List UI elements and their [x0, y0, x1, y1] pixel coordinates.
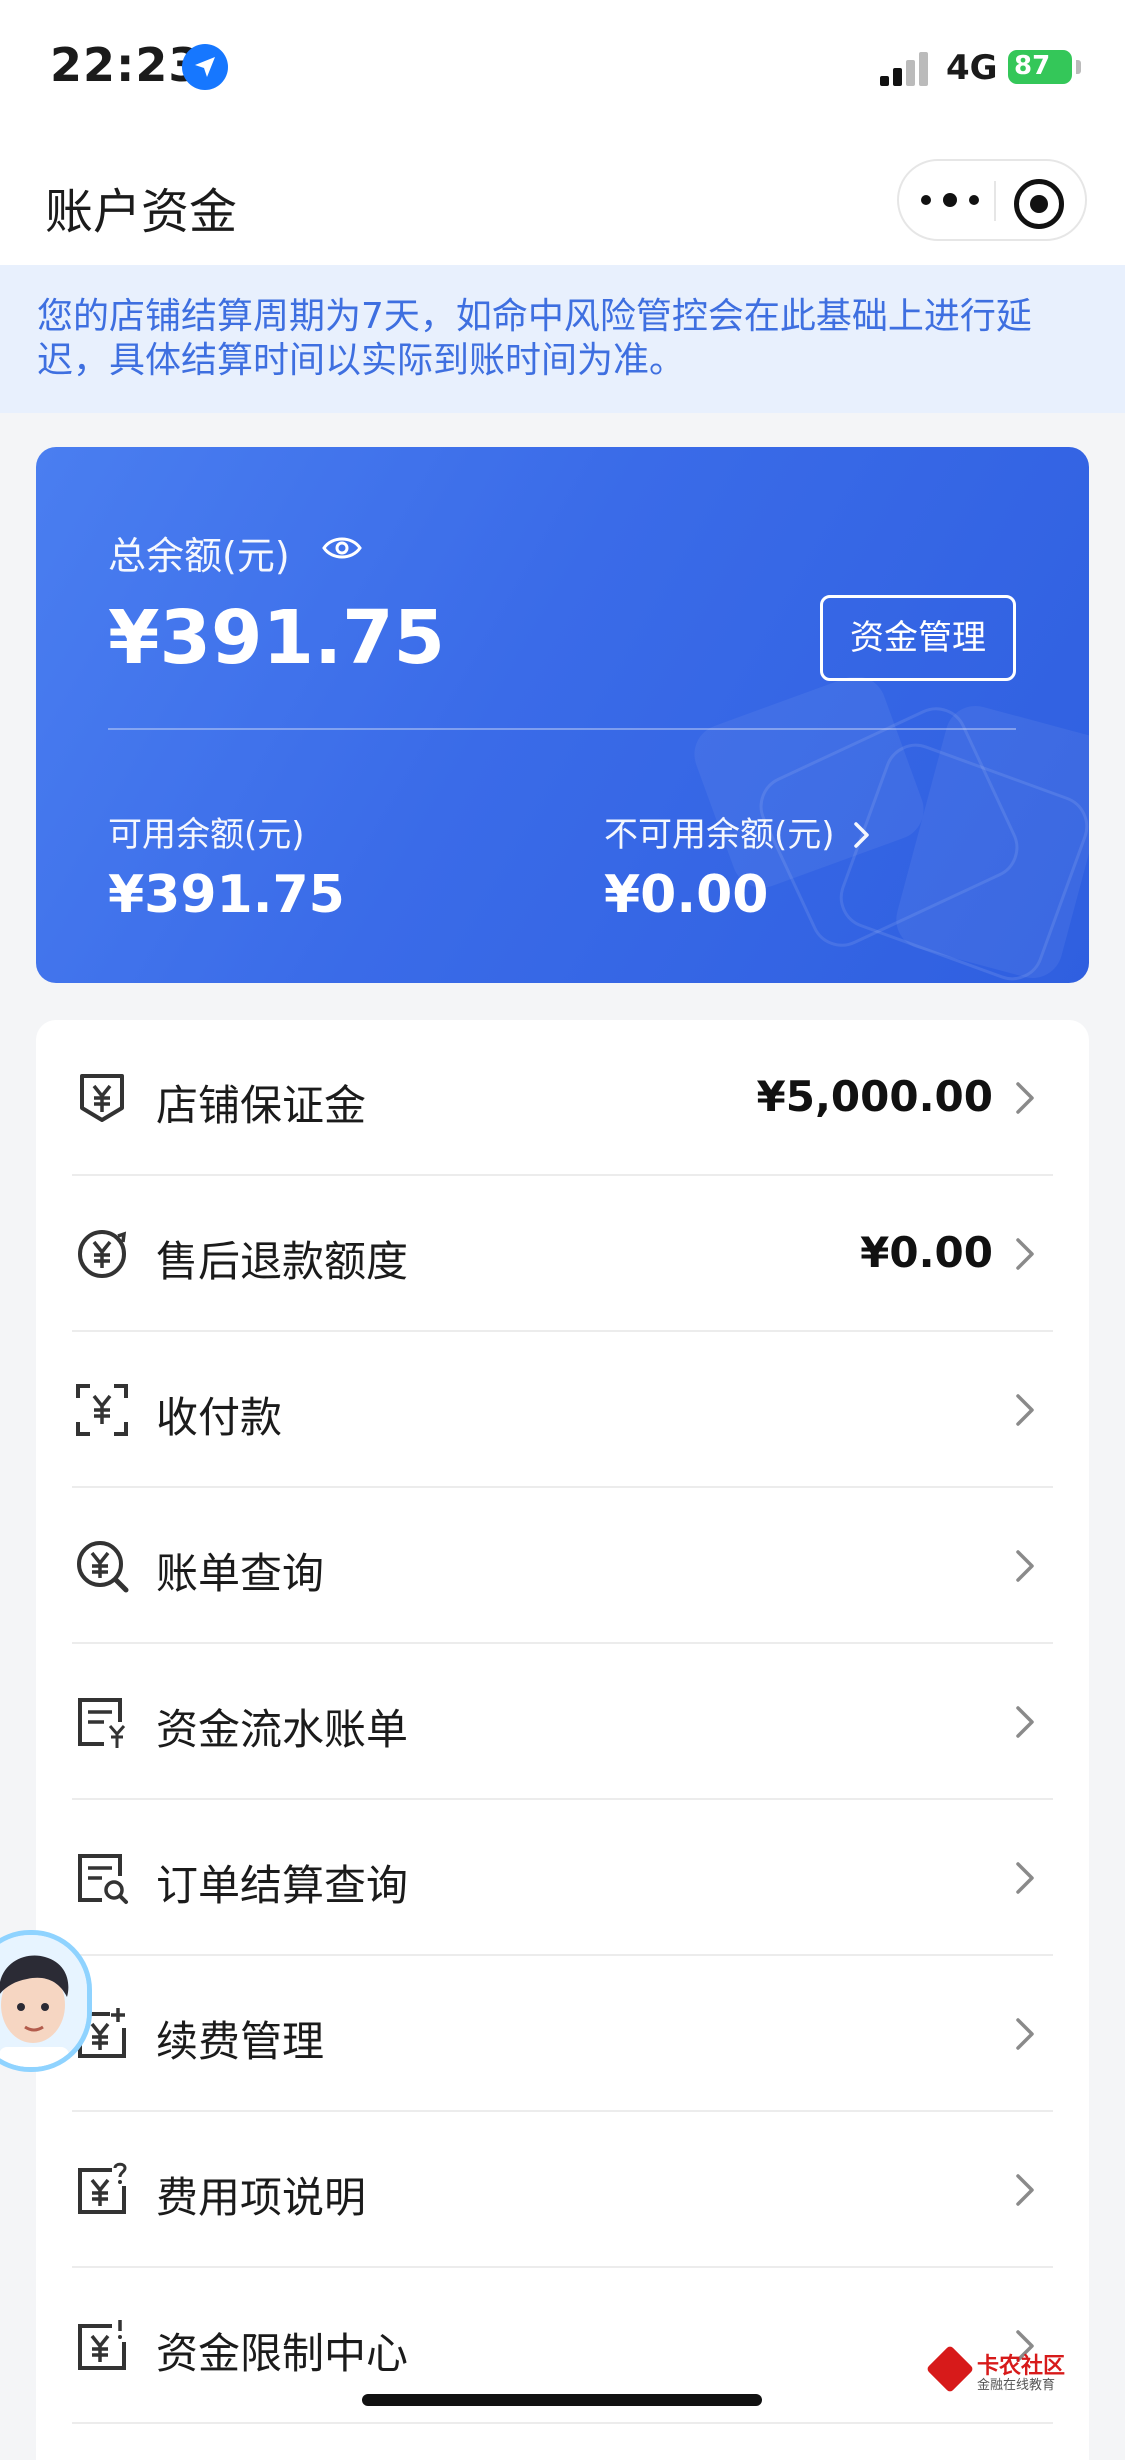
mini-program-capsule: [897, 159, 1087, 241]
available-balance-label: 可用余额(元): [108, 815, 305, 855]
watermark-subtitle: 金融在线教育: [977, 2378, 1056, 2393]
menu-item-refund-quota[interactable]: 售后退款额度 ¥0.00: [36, 1176, 1089, 1332]
battery-tip: [1076, 60, 1081, 74]
unavailable-balance-value: ¥0.00: [604, 865, 769, 925]
chevron-right-icon: [1016, 1082, 1034, 1114]
order-settle-icon: [78, 1854, 128, 1904]
bill-search-icon: [77, 1541, 129, 1593]
menu-value: ¥5,000.00: [756, 1072, 993, 1121]
page-title: 账户资金: [45, 184, 238, 240]
menu-label: 售后退款额度: [156, 1237, 409, 1286]
chevron-right-icon: [854, 822, 870, 848]
status-time: 22:23: [50, 38, 202, 92]
refund-icon: [78, 1230, 127, 1278]
battery-icon: 87: [1008, 50, 1072, 84]
menu-label: 账单查询: [156, 1549, 325, 1598]
avatar-icon: [0, 1935, 87, 2067]
fund-limit-icon: [78, 2320, 126, 2370]
chevron-right-icon: [1016, 2174, 1034, 2206]
menu-item-bill-query[interactable]: 账单查询: [36, 1488, 1089, 1644]
menu-label: 收付款: [156, 1393, 283, 1442]
close-target-icon[interactable]: [1014, 179, 1064, 229]
unavailable-balance-link[interactable]: 不可用余额(元): [604, 807, 873, 856]
more-icon[interactable]: [921, 179, 979, 221]
chevron-right-icon: [1016, 1394, 1034, 1426]
total-balance-label: 总余额(元): [108, 534, 290, 578]
available-balance-value: ¥391.75: [108, 865, 345, 925]
network-type: 4G: [946, 48, 998, 88]
battery-level: 87: [1014, 51, 1051, 81]
card-divider: [108, 728, 1016, 730]
status-bar: 22:23 4G 87: [0, 0, 1125, 140]
flow-bill-icon: [78, 1698, 126, 1748]
row-divider: [72, 2422, 1053, 2424]
chevron-right-icon: [1016, 2018, 1034, 2050]
chevron-right-icon: [1016, 1862, 1034, 1894]
menu-label: 续费管理: [156, 2017, 325, 2066]
eye-icon[interactable]: [322, 533, 362, 563]
kanong-watermark: 卡农社区 金融在线教育: [925, 2344, 1093, 2394]
menu-item-order-settlement[interactable]: 订单结算查询: [36, 1800, 1089, 1956]
chevron-right-icon: [1016, 1550, 1034, 1582]
capsule-divider: [994, 181, 996, 221]
menu-label: 店铺保证金: [156, 1081, 367, 1130]
menu-item-payments[interactable]: 收付款: [36, 1332, 1089, 1488]
menu-item-renewal[interactable]: 续费管理: [36, 1956, 1089, 2112]
menu-label: 资金限制中心: [156, 2329, 409, 2378]
unavailable-balance-label: 不可用余额(元): [604, 815, 835, 855]
menu-item-deposit[interactable]: 店铺保证金 ¥5,000.00: [36, 1020, 1089, 1176]
nav-bar: 账户资金: [0, 140, 1125, 265]
fund-management-button[interactable]: 资金管理: [820, 595, 1016, 681]
menu-value: ¥0.00: [860, 1228, 993, 1277]
location-arrow-icon: [182, 44, 228, 90]
home-indicator[interactable]: [362, 2394, 762, 2406]
menu-item-fund-flow[interactable]: 资金流水账单: [36, 1644, 1089, 1800]
menu-label: 资金流水账单: [156, 1705, 409, 1754]
signal-icon: [880, 52, 930, 86]
chevron-right-icon: [1016, 1238, 1034, 1270]
settlement-notice: 您的店铺结算周期为7天，如命中风险管控会在此基础上进行延迟，具体结算时间以实际到…: [0, 265, 1125, 413]
chevron-right-icon: [1016, 1706, 1034, 1738]
kanong-logo-icon: [925, 2344, 975, 2394]
notice-text: 您的店铺结算周期为7天，如命中风险管控会在此基础上进行延迟，具体结算时间以实际到…: [37, 296, 1032, 381]
total-balance-value: ¥391.75: [108, 595, 446, 681]
menu-item-fee-description[interactable]: 费用项说明: [36, 2112, 1089, 2268]
menu-label: 订单结算查询: [156, 1861, 409, 1910]
fee-help-icon: [78, 2162, 127, 2214]
scan-pay-icon: [76, 1384, 128, 1436]
balance-card: 总余额(元) ¥391.75 资金管理 可用余额(元) ¥391.75 不可用余…: [36, 447, 1089, 983]
menu-label: 费用项说明: [156, 2173, 367, 2222]
fund-menu-list: 店铺保证金 ¥5,000.00 售后退款额度 ¥0.00 收付款 账单查询 资金…: [36, 1020, 1089, 2460]
deposit-icon: [80, 1074, 124, 1122]
